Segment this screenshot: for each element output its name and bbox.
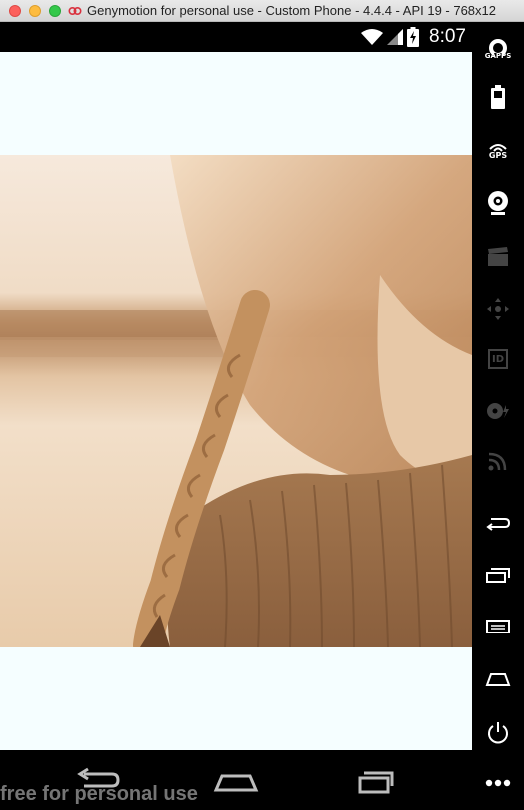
- home-button[interactable]: [208, 764, 264, 798]
- maximize-window-button[interactable]: [49, 5, 61, 17]
- rss-icon: [488, 452, 507, 471]
- home-icon: [213, 774, 259, 792]
- gps-label: GPS: [488, 151, 508, 160]
- dpad-icon: [487, 298, 509, 320]
- minimize-window-button[interactable]: [29, 5, 41, 17]
- clapperboard-icon: [488, 247, 508, 266]
- id-label: ID: [491, 353, 505, 365]
- window-titlebar[interactable]: Genymotion for personal use - Custom Pho…: [0, 0, 524, 22]
- disk-io-button[interactable]: [481, 394, 515, 428]
- device-id-button[interactable]: ID: [481, 342, 515, 376]
- genymotion-logo-icon: [68, 6, 82, 16]
- status-clock: 8:07: [429, 26, 466, 47]
- camera-icon: [488, 191, 508, 215]
- battery-icon: [491, 85, 505, 109]
- battery-charging-icon: [407, 27, 420, 47]
- dpad-button[interactable]: [481, 292, 515, 326]
- battery-button[interactable]: [481, 80, 515, 114]
- sepia-photo-braid: [0, 155, 472, 647]
- back-icon: [486, 518, 511, 531]
- app-content[interactable]: [0, 52, 472, 750]
- side-back-button[interactable]: [481, 506, 515, 540]
- photo-illustration: [0, 155, 472, 647]
- device-screen[interactable]: 8:07: [0, 22, 472, 750]
- recent-apps-button[interactable]: [346, 764, 402, 798]
- power-icon: [488, 722, 508, 744]
- media-button[interactable]: [481, 240, 515, 274]
- recent-apps-icon: [486, 568, 510, 583]
- signal-icon: [387, 29, 404, 45]
- wifi-icon: [361, 29, 384, 45]
- emulator-window: Genymotion for personal use - Custom Pho…: [0, 0, 524, 810]
- android-status-bar: 8:07: [0, 22, 472, 52]
- genymotion-sidebar: GAPPS GPS ID: [472, 22, 524, 810]
- id-icon: ID: [488, 349, 508, 369]
- recent-apps-icon: [358, 771, 394, 794]
- more-options-button[interactable]: [481, 766, 515, 800]
- gapps-label: GAPPS: [484, 52, 512, 60]
- disk-icon: [487, 403, 509, 419]
- remote-control-button[interactable]: [481, 444, 515, 478]
- gapps-button[interactable]: [481, 32, 515, 66]
- window-title: Genymotion for personal use - Custom Pho…: [87, 3, 496, 18]
- status-icons: 8:07: [361, 24, 466, 50]
- camera-button[interactable]: [481, 186, 515, 220]
- close-window-button[interactable]: [9, 5, 21, 17]
- side-home-button[interactable]: [481, 662, 515, 696]
- more-icon: [485, 779, 511, 787]
- personal-use-watermark: free for personal use: [0, 783, 198, 805]
- side-recent-apps-button[interactable]: [481, 558, 515, 592]
- side-menu-button[interactable]: [481, 610, 515, 644]
- home-icon: [485, 673, 511, 686]
- menu-icon: [485, 620, 511, 635]
- power-button[interactable]: [481, 716, 515, 750]
